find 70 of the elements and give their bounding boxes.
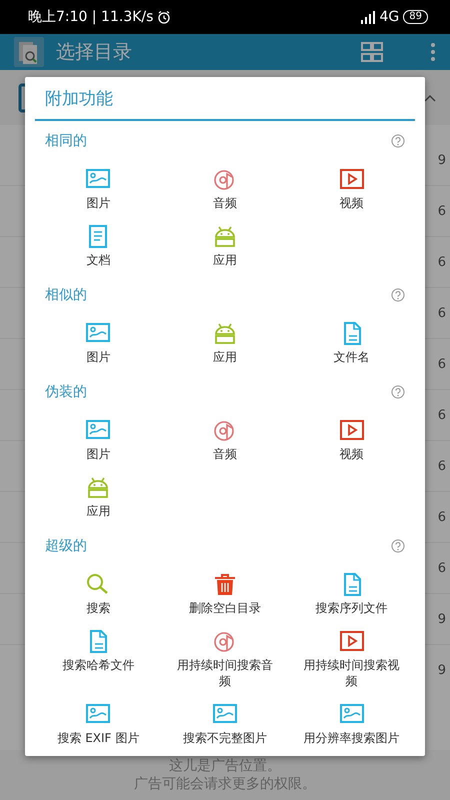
help-icon[interactable] — [391, 134, 405, 148]
section-title: 伪装的 — [45, 383, 87, 401]
row-count: 6 — [438, 254, 446, 270]
play-icon — [340, 419, 364, 442]
alarm-icon — [157, 10, 172, 24]
row-count: 9 — [438, 152, 446, 168]
option-label[interactable]: 搜索 — [86, 600, 110, 616]
folder-search-icon — [14, 37, 44, 67]
section-title: 相似的 — [45, 286, 87, 304]
option-label[interactable]: 文件名 — [334, 349, 370, 365]
option-label[interactable]: 图片 — [86, 349, 110, 365]
option-label[interactable]: 视频 — [340, 195, 364, 211]
section-title: 相同的 — [45, 132, 87, 150]
row-count: 6 — [438, 458, 446, 474]
row-count: 9 — [438, 612, 446, 626]
option-label[interactable]: 图片 — [86, 446, 110, 462]
section-title: 超级的 — [45, 537, 87, 555]
option-label[interactable]: 搜索不完整图片 — [182, 730, 267, 746]
option-label[interactable]: 视频 — [340, 446, 364, 462]
option-label[interactable]: 用持续时间搜索音频 — [174, 657, 275, 689]
help-icon[interactable] — [391, 288, 405, 302]
option-label[interactable]: 文档 — [86, 252, 110, 268]
play-icon — [340, 168, 364, 191]
music-disc-icon — [212, 630, 237, 653]
music-disc-icon — [212, 168, 237, 191]
image-icon — [212, 703, 237, 726]
row-count: 9 — [438, 662, 446, 678]
row-count: 6 — [438, 510, 446, 524]
option-label[interactable]: 用分辨率搜索图片 — [304, 730, 400, 746]
row-count: 6 — [438, 560, 446, 576]
option-label[interactable]: 搜索序列文件 — [316, 600, 388, 616]
option-label[interactable]: 音频 — [212, 446, 237, 462]
ad-text: 这儿是广告位置。 — [169, 757, 281, 775]
app-title: 选择目录 — [56, 40, 133, 65]
option-label[interactable]: 图片 — [86, 195, 110, 211]
android-icon — [86, 476, 110, 499]
option-label[interactable]: 应用 — [86, 503, 110, 519]
help-icon[interactable] — [391, 539, 405, 553]
row-count: 6 — [438, 356, 446, 372]
signal-icon — [360, 10, 376, 24]
music-disc-icon — [212, 419, 237, 442]
row-count: 6 — [438, 306, 446, 320]
status-text: 晚上7:10 | 11.3K/s — [28, 8, 154, 26]
trash-icon — [212, 573, 237, 596]
image-icon — [340, 703, 364, 726]
option-label[interactable]: 用持续时间搜索视频 — [302, 657, 402, 689]
image-icon — [86, 419, 110, 442]
chevron-up-icon[interactable] — [424, 94, 436, 102]
option-label[interactable]: 音频 — [212, 195, 237, 211]
option-label[interactable]: 搜索 EXIF 图片 — [57, 730, 140, 746]
grid-view-icon[interactable] — [360, 41, 384, 63]
help-icon[interactable] — [391, 385, 405, 399]
option-label[interactable]: 应用 — [212, 252, 237, 268]
option-label[interactable]: 搜索哈希文件 — [62, 657, 134, 673]
dialog-title: 附加功能 — [45, 89, 113, 109]
play-icon — [340, 630, 364, 653]
image-icon — [86, 322, 110, 345]
android-icon — [212, 225, 237, 248]
row-count: 6 — [438, 204, 446, 218]
ad-text: 广告可能会请求更多的权限。 — [134, 775, 316, 793]
image-icon — [86, 703, 110, 726]
option-label[interactable]: 应用 — [212, 349, 237, 365]
row-count: 6 — [438, 408, 446, 422]
option-label[interactable]: 删除空白目录 — [188, 600, 261, 616]
search-icon — [86, 573, 110, 596]
battery-indicator: 89 — [403, 10, 428, 24]
network-label: 4G — [380, 9, 400, 25]
image-icon — [86, 168, 110, 191]
more-menu-icon[interactable] — [430, 41, 436, 63]
android-icon — [212, 322, 237, 345]
